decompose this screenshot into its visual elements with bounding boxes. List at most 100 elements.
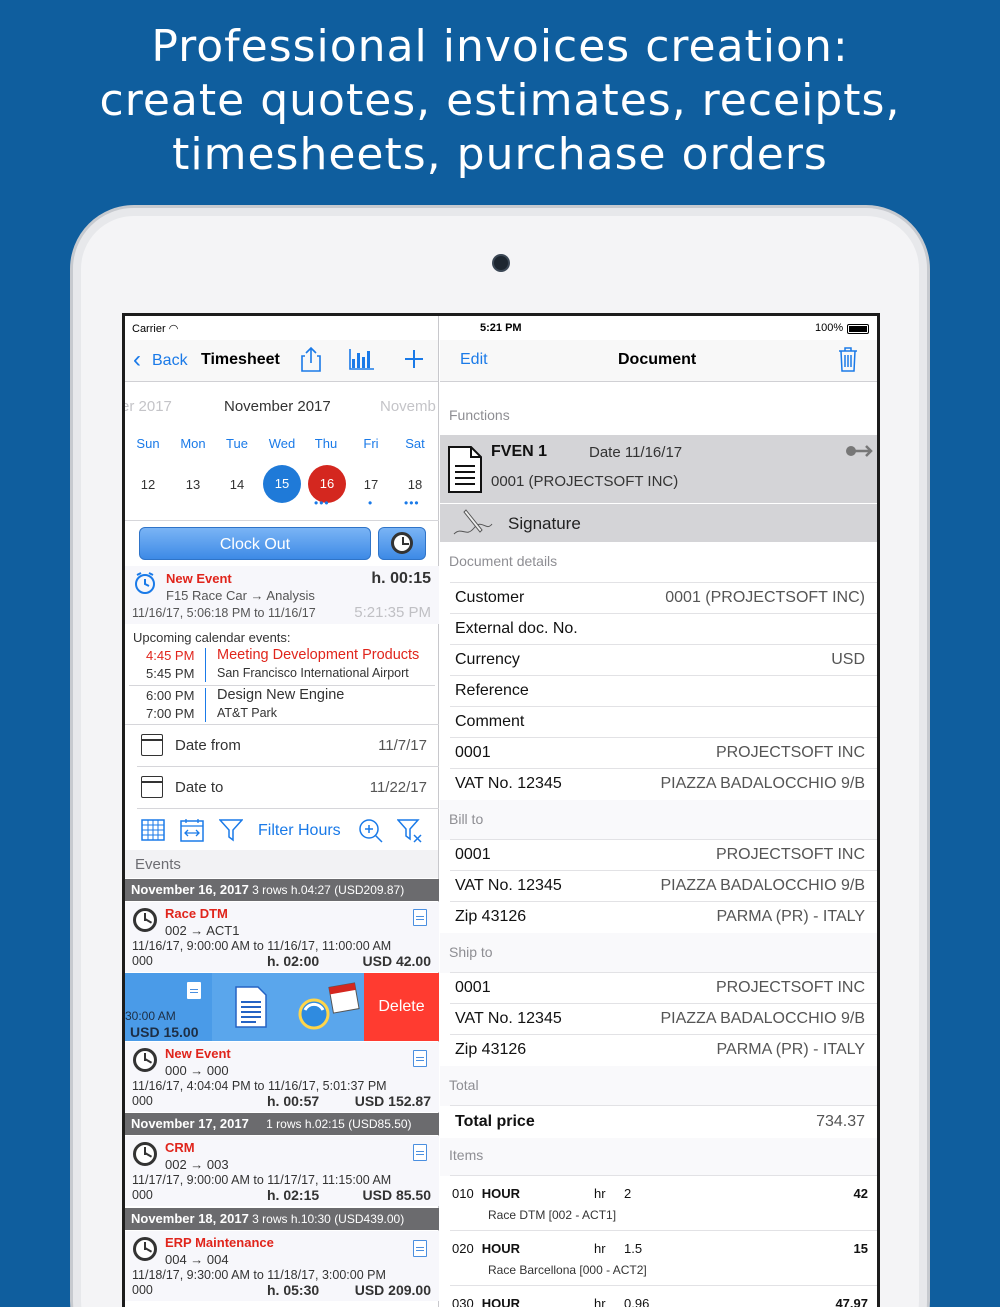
detail-row-reference[interactable]: Reference bbox=[440, 675, 877, 706]
document-large-icon bbox=[235, 986, 267, 1028]
event-code: 000 bbox=[132, 1188, 153, 1202]
event-hours: h. 02:15 bbox=[267, 1187, 320, 1203]
bill-to-row[interactable]: VAT No. 12345 PIAZZA BADALOCCHIO 9/B bbox=[440, 870, 877, 901]
ship-to-label: VAT No. 12345 bbox=[455, 1010, 562, 1027]
event-dots: ••• bbox=[404, 496, 420, 510]
clock-out-button[interactable]: Clock Out bbox=[139, 527, 371, 560]
sync-calendar-action[interactable] bbox=[292, 973, 364, 1041]
detail-row-comment[interactable]: Comment bbox=[440, 706, 877, 737]
signature-row[interactable]: Signature bbox=[440, 504, 877, 542]
detail-row-external-doc[interactable]: External doc. No. bbox=[440, 613, 877, 644]
document-icon[interactable] bbox=[413, 1240, 427, 1257]
detail-row-customer[interactable]: Customer 0001 (PROJECTSOFT INC) bbox=[440, 582, 877, 613]
day-cell-today[interactable]: 15 bbox=[263, 465, 301, 503]
calendar-icon bbox=[141, 734, 163, 756]
upcoming-title: Meeting Development Products bbox=[217, 647, 420, 663]
event-row[interactable]: CRM 002 → 003 11/17/17, 9:00:00 AM to 11… bbox=[125, 1136, 439, 1206]
detail-row-vat[interactable]: VAT No. 12345 PIAZZA BADALOCCHIO 9/B bbox=[440, 768, 877, 799]
item-qty: 2 bbox=[624, 1186, 632, 1201]
document-icon[interactable] bbox=[413, 909, 427, 926]
bill-to-value: PROJECTSOFT INC bbox=[715, 846, 865, 863]
event-range: 11/16/17, 4:04:04 PM to 11/16/17, 5:01:3… bbox=[132, 1079, 387, 1093]
event-row[interactable]: ERP Maintenance 004 → 004 11/18/17, 9:30… bbox=[125, 1231, 439, 1301]
add-icon[interactable] bbox=[404, 349, 424, 369]
share-icon[interactable] bbox=[301, 346, 321, 372]
stopwatch-icon bbox=[133, 1048, 157, 1072]
ship-to-row[interactable]: 0001 PROJECTSOFT INC bbox=[440, 972, 877, 1003]
date-from-value: 11/7/17 bbox=[378, 737, 427, 754]
clock-button[interactable] bbox=[378, 527, 426, 560]
total-price-label: Total price bbox=[455, 1113, 535, 1130]
total-price-value: 734.37 bbox=[816, 1113, 865, 1130]
item-row[interactable]: 030 HOUR hr 0.96 47.97 bbox=[440, 1286, 877, 1307]
back-button[interactable]: Back bbox=[152, 352, 188, 370]
chart-icon[interactable] bbox=[349, 348, 375, 370]
detail-label: Customer bbox=[455, 589, 525, 606]
delete-button[interactable]: Delete bbox=[364, 973, 439, 1041]
day-cell[interactable]: 12 bbox=[130, 477, 166, 492]
current-event-path: F15 Race Car → Analysis bbox=[166, 588, 315, 603]
date-to-row[interactable]: Date to 11/22/17 bbox=[125, 767, 439, 809]
item-unit: hr bbox=[594, 1241, 606, 1256]
document-customer: 0001 (PROJECTSOFT INC) bbox=[491, 473, 679, 490]
filter-icon[interactable] bbox=[219, 818, 243, 842]
detail-row-currency[interactable]: Currency USD bbox=[440, 644, 877, 675]
day-cell[interactable]: 17 bbox=[353, 477, 389, 492]
stopwatch-icon bbox=[133, 1142, 157, 1166]
item-line: 010 HOUR bbox=[452, 1186, 520, 1201]
search-filter-icon[interactable] bbox=[358, 818, 384, 844]
document-icon[interactable] bbox=[413, 1050, 427, 1067]
item-row[interactable]: 020 HOUR hr 1.5 15 Race Barcellona [000 -… bbox=[440, 1231, 877, 1285]
upcoming-end: 5:45 PM bbox=[146, 666, 195, 681]
current-month-label: November 2017 bbox=[224, 398, 331, 415]
item-qty: 0.96 bbox=[624, 1296, 650, 1307]
bill-to-row[interactable]: Zip 43126 PARMA (PR) - ITALY bbox=[440, 901, 877, 932]
day-cell[interactable]: 18 bbox=[397, 477, 433, 492]
ship-to-row[interactable]: Zip 43126 PARMA (PR) - ITALY bbox=[440, 1034, 877, 1065]
date-group-header: November 16, 2017 3 rows h.04:27 (USD209… bbox=[125, 879, 439, 901]
event-row[interactable]: Race DTM 002 → ACT1 11/16/17, 9:00:00 AM… bbox=[125, 902, 439, 972]
upcoming-event[interactable]: 6:00 PM 7:00 PM Design New Engine AT&T P… bbox=[125, 686, 439, 724]
prev-month-label[interactable]: er 2017 bbox=[125, 398, 172, 415]
upcoming-label: Upcoming calendar events: bbox=[133, 630, 291, 645]
event-row[interactable]: New Event 000 → 000 11/16/17, 4:04:04 PM… bbox=[125, 1042, 439, 1112]
bill-to-label: VAT No. 12345 bbox=[455, 877, 562, 894]
group-date: November 17, 2017 bbox=[131, 1116, 249, 1131]
upcoming-event[interactable]: 4:45 PM 5:45 PM Meeting Development Prod… bbox=[125, 646, 439, 684]
create-document-action[interactable] bbox=[212, 973, 292, 1041]
trash-icon[interactable] bbox=[838, 346, 858, 372]
detail-value: PIAZZA BADALOCCHIO 9/B bbox=[660, 775, 866, 792]
ship-to-row[interactable]: VAT No. 12345 PIAZZA BADALOCCHIO 9/B bbox=[440, 1003, 877, 1034]
day-name: Sun bbox=[136, 436, 160, 451]
grid-icon[interactable] bbox=[141, 819, 165, 841]
signature-pen-icon bbox=[453, 509, 493, 535]
bill-to-header-band: Bill to bbox=[440, 800, 877, 840]
date-to-label: Date to bbox=[175, 779, 224, 796]
event-path: 002 → 003 bbox=[165, 1157, 229, 1172]
detail-label: Reference bbox=[455, 682, 529, 699]
day-cell[interactable]: 14 bbox=[219, 477, 255, 492]
date-range-icon[interactable] bbox=[180, 818, 204, 842]
document-number: FVEN 1 bbox=[491, 443, 548, 460]
date-group-header: November 18, 2017 3 rows h.10:30 (USD439… bbox=[125, 1208, 439, 1230]
ship-to-header-band: Ship to bbox=[440, 933, 877, 973]
date-from-label: Date from bbox=[175, 737, 241, 754]
current-event[interactable]: New Event h. 00:15 F15 Race Car → Analys… bbox=[125, 566, 439, 624]
filter-hours-button[interactable]: Filter Hours bbox=[258, 822, 341, 840]
item-row[interactable]: 010 HOUR hr 2 42 Race DTM [002 - ACT1] bbox=[440, 1176, 877, 1230]
day-cell[interactable]: 13 bbox=[175, 477, 211, 492]
item-total: 15 bbox=[853, 1241, 868, 1256]
edit-button[interactable]: Edit bbox=[460, 351, 488, 369]
total-price-row[interactable]: Total price 734.37 bbox=[440, 1105, 877, 1137]
swiped-event-row[interactable]: 30:00 AM USD 15.00 Delete bbox=[125, 973, 439, 1041]
key-arrow-icon[interactable] bbox=[845, 444, 873, 458]
document-card[interactable]: FVEN 1 Date 11/16/17 0001 (PROJECTSOFT I… bbox=[440, 435, 877, 503]
date-from-row[interactable]: Date from 11/7/17 bbox=[125, 725, 439, 767]
next-month-label[interactable]: Novemb bbox=[380, 398, 436, 415]
clear-filter-icon[interactable] bbox=[397, 818, 423, 844]
events-section-header: Events bbox=[125, 850, 438, 878]
detail-row-customer-code[interactable]: 0001 PROJECTSOFT INC bbox=[440, 737, 877, 768]
document-icon[interactable] bbox=[413, 1144, 427, 1161]
bill-to-row[interactable]: 0001 PROJECTSOFT INC bbox=[440, 839, 877, 870]
chevron-left-icon[interactable]: ‹ bbox=[133, 348, 141, 372]
